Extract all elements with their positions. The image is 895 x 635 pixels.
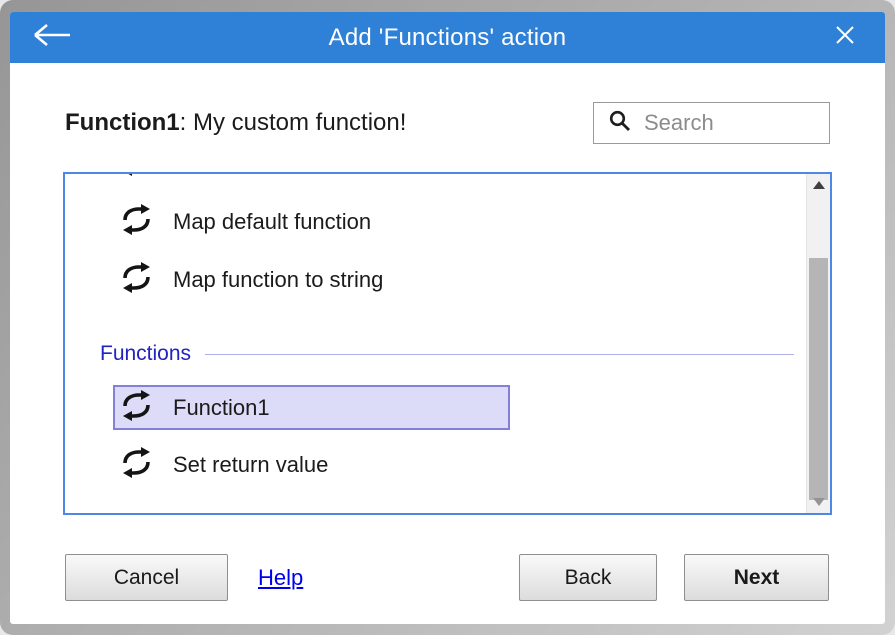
back-arrow-button[interactable]	[24, 12, 80, 63]
sync-icon	[120, 203, 153, 241]
clipped-list-item[interactable]	[65, 174, 806, 182]
sync-icon	[120, 389, 153, 427]
scroll-up-button[interactable]	[807, 174, 831, 196]
list-item-label: Map function to string	[173, 267, 383, 293]
help-link[interactable]: Help	[258, 565, 303, 591]
list-item-function1-selected[interactable]: Function1	[113, 385, 510, 430]
scroll-down-button[interactable]	[807, 491, 831, 513]
list-scrollbar[interactable]	[806, 174, 830, 513]
summary-separator: :	[180, 109, 193, 136]
search-box[interactable]	[593, 102, 830, 144]
section-label: Functions	[100, 342, 191, 366]
cancel-button[interactable]: Cancel	[65, 554, 228, 601]
search-icon	[608, 109, 632, 138]
triangle-down-icon	[813, 493, 825, 511]
triangle-up-icon	[813, 176, 825, 194]
back-button[interactable]: Back	[519, 554, 657, 601]
list-item-label: Function1	[173, 395, 270, 421]
list-item-set-return-value[interactable]: Set return value	[65, 443, 806, 487]
section-divider-line	[205, 354, 794, 355]
search-input[interactable]	[642, 109, 812, 137]
list-item-map-default-function[interactable]: Map default function	[65, 200, 806, 244]
sync-icon	[120, 261, 153, 299]
list-item-map-function-to-string[interactable]: Map function to string	[65, 258, 806, 302]
close-button[interactable]	[821, 12, 869, 63]
list-item-label: Set return value	[173, 452, 328, 478]
window-frame: Add 'Functions' action Function1: My cus…	[0, 0, 895, 635]
action-list-content: Map default function Map function to str…	[65, 174, 806, 513]
selected-action-summary: Function1: My custom function!	[65, 109, 406, 137]
scrollbar-thumb[interactable]	[809, 258, 828, 500]
close-icon	[835, 25, 855, 50]
sync-icon	[120, 174, 153, 182]
add-action-dialog: Add 'Functions' action Function1: My cus…	[10, 12, 885, 624]
section-header-functions: Functions	[100, 340, 794, 368]
back-arrow-icon	[31, 21, 73, 54]
action-list: Map default function Map function to str…	[63, 172, 832, 515]
list-item-label: Map default function	[173, 209, 371, 235]
sync-icon	[120, 446, 153, 484]
header-row: Function1: My custom function!	[65, 97, 830, 149]
selected-action-description: My custom function!	[193, 109, 406, 136]
footer: Cancel Help Back Next	[10, 534, 885, 624]
selected-action-name: Function1	[65, 109, 180, 136]
titlebar: Add 'Functions' action	[10, 12, 885, 63]
dialog-title: Add 'Functions' action	[329, 24, 567, 52]
next-button[interactable]: Next	[684, 554, 829, 601]
